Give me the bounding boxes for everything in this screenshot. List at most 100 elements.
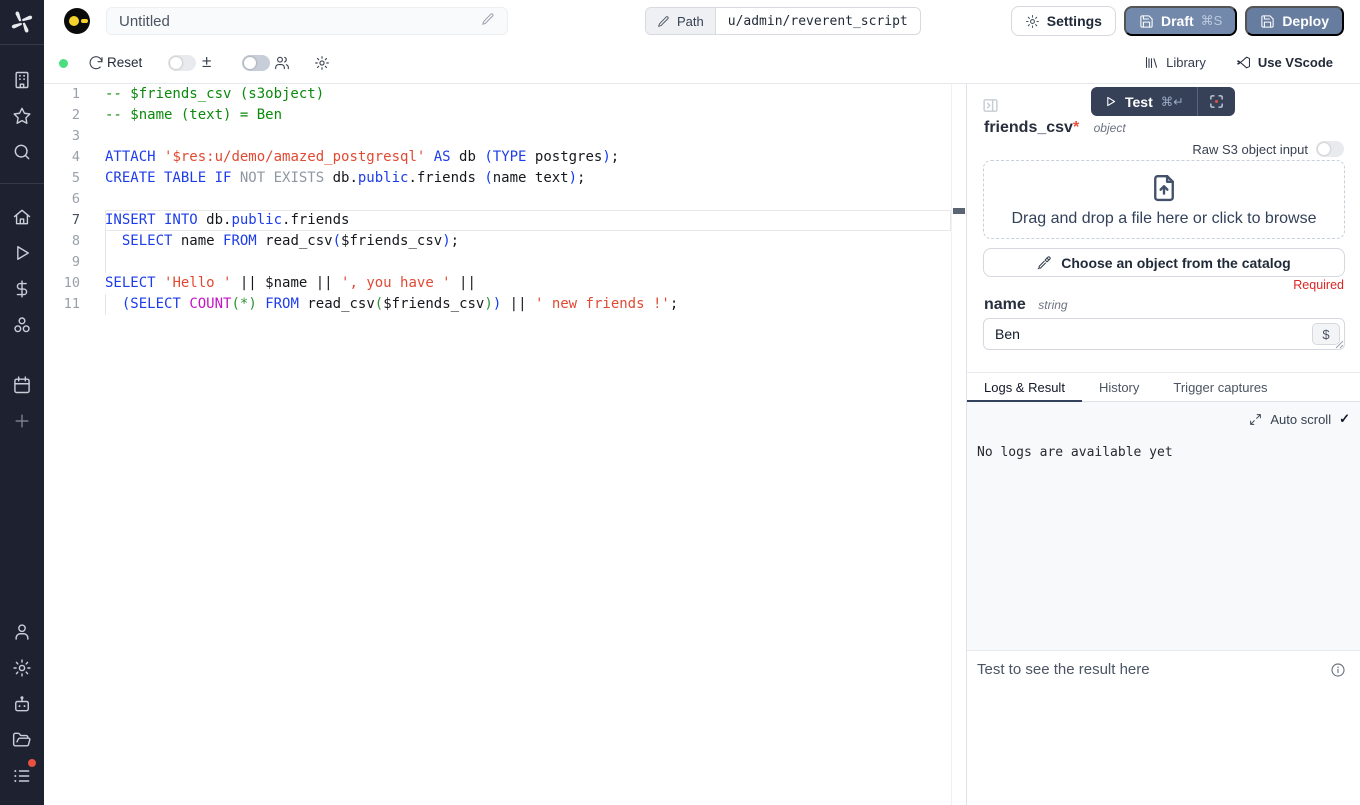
draft-shortcut: ⌘S [1201, 13, 1223, 29]
library-button[interactable]: Library [1144, 55, 1206, 70]
draft-button[interactable]: Draft ⌘S [1124, 6, 1237, 36]
search-icon[interactable] [12, 142, 32, 162]
arg-name: name [984, 296, 1026, 313]
code-line-7[interactable]: 7INSERT INTO db.public.friends [44, 210, 951, 231]
test-button[interactable]: Test ⌘↵ [1091, 87, 1197, 116]
code-line-10[interactable]: 10SELECT 'Hello ' || $name || ', you hav… [44, 273, 951, 294]
required-hint: Required [1293, 278, 1344, 292]
plus-minus-icon[interactable]: ± [202, 42, 211, 82]
runs-play-icon[interactable] [12, 243, 32, 263]
tab-logs-result[interactable]: Logs & Result [967, 373, 1082, 401]
diff-toggle[interactable] [168, 55, 196, 71]
code-line-5[interactable]: 5CREATE TABLE IF NOT EXISTS db.public.fr… [44, 168, 951, 189]
reset-label[interactable]: Reset [107, 42, 142, 83]
left-rail [0, 0, 44, 805]
arg-name-label: name string [984, 296, 1068, 314]
path-value: u/admin/reverent_script [716, 8, 920, 34]
use-vscode-button[interactable]: Use VScode [1236, 55, 1333, 70]
collapse-panel-icon[interactable] [982, 97, 999, 113]
name-text-input[interactable] [983, 318, 1345, 350]
line-number: 4 [44, 147, 80, 168]
tab-trigger-captures[interactable]: Trigger captures [1156, 373, 1284, 401]
path-label: Path [677, 14, 704, 29]
no-logs-message: No logs are available yet [977, 445, 1173, 460]
line-number: 10 [44, 273, 80, 294]
app-window: Untitled Path u/admin/reverent_script Se… [0, 0, 1360, 805]
rail-divider [0, 183, 44, 184]
line-number: 7 [44, 210, 80, 231]
test-shortcut: ⌘↵ [1161, 94, 1184, 109]
duckdb-language-icon [64, 8, 90, 34]
user-icon[interactable] [12, 622, 32, 642]
code-line-9[interactable]: 9 [44, 252, 951, 273]
deploy-button-label: Deploy [1282, 13, 1329, 29]
script-title-input[interactable]: Untitled [106, 7, 508, 35]
line-number: 5 [44, 168, 80, 189]
auto-scroll-label[interactable]: Auto scroll [1270, 412, 1331, 427]
line-number: 1 [44, 84, 80, 105]
choose-object-button[interactable]: Choose an object from the catalog [983, 248, 1345, 277]
resources-cluster-icon[interactable] [12, 315, 32, 335]
workspace-building-icon[interactable] [12, 70, 32, 90]
code-line-3[interactable]: 3 [44, 126, 951, 147]
editor-overview-ruler[interactable] [951, 84, 966, 805]
notification-dot [26, 757, 38, 769]
code-line-4[interactable]: 4ATTACH '$res:u/demo/amazed_postgresql' … [44, 147, 951, 168]
result-area: Test to see the result here [967, 655, 1360, 805]
rail-divider [0, 44, 44, 45]
code-line-8[interactable]: 8 SELECT name FROM read_csv($friends_csv… [44, 231, 951, 252]
use-vscode-label: Use VScode [1258, 55, 1333, 70]
watch-mode-button[interactable] [1198, 87, 1235, 116]
add-plus-icon[interactable] [12, 411, 32, 431]
variables-dollar-icon[interactable] [12, 279, 32, 299]
editor-toolbar: Reset ± Library Use VScode [44, 42, 1360, 84]
settings-gear-icon[interactable] [12, 658, 32, 678]
multiplayer-toggle[interactable] [242, 55, 270, 71]
deploy-button[interactable]: Deploy [1245, 6, 1344, 36]
reset-refresh-icon[interactable] [88, 55, 104, 71]
line-number: 11 [44, 294, 80, 315]
edit-pencil-icon[interactable] [481, 12, 495, 31]
auto-scroll-checkmark[interactable]: ✓ [1339, 411, 1350, 427]
ai-bot-icon[interactable] [12, 694, 32, 714]
file-dropzone[interactable]: Drag and drop a file here or click to br… [983, 160, 1345, 239]
arg-name: friends_csv [984, 119, 1073, 136]
choose-object-label: Choose an object from the catalog [1061, 255, 1290, 271]
logs-area: Auto scroll ✓ No logs are available yet [967, 402, 1360, 651]
code-line-11[interactable]: 11 (SELECT COUNT(*) FROM read_csv($frien… [44, 294, 951, 315]
result-placeholder: Test to see the result here [977, 661, 1150, 678]
editor-settings-gear-icon[interactable] [314, 55, 330, 71]
top-bar: Untitled Path u/admin/reverent_script Se… [44, 0, 1360, 42]
info-icon[interactable] [1330, 662, 1346, 678]
line-number: 8 [44, 231, 80, 252]
required-star: * [1073, 119, 1079, 136]
tab-history[interactable]: History [1082, 373, 1156, 401]
line-number: 3 [44, 126, 80, 147]
path-edit-segment[interactable]: Path [646, 8, 716, 34]
folders-icon[interactable] [12, 730, 32, 750]
changelog-list-icon[interactable] [12, 766, 32, 786]
library-label: Library [1166, 55, 1206, 70]
line-number: 9 [44, 252, 80, 273]
code-line-1[interactable]: 1-- $friends_csv (s3object) [44, 84, 951, 105]
code-line-6[interactable]: 6 [44, 189, 951, 210]
arg-type: string [1038, 298, 1067, 312]
home-icon[interactable] [12, 207, 32, 227]
resize-handle-icon[interactable] [1335, 340, 1344, 349]
code-line-2[interactable]: 2-- $name (text) = Ben [44, 105, 951, 126]
settings-button[interactable]: Settings [1011, 6, 1116, 36]
status-dot [59, 59, 68, 68]
draft-button-label: Draft [1161, 13, 1194, 29]
schedules-calendar-icon[interactable] [12, 375, 32, 395]
path-control[interactable]: Path u/admin/reverent_script [645, 7, 921, 35]
code-editor[interactable]: 1-- $friends_csv (s3object)2-- $name (te… [44, 84, 966, 805]
users-icon [274, 55, 290, 71]
dropzone-text: Drag and drop a file here or click to br… [1011, 210, 1316, 228]
favorites-star-icon[interactable] [12, 106, 32, 126]
windmill-logo-icon[interactable] [10, 10, 34, 34]
arg-type: object [1094, 121, 1126, 135]
raw-s3-toggle[interactable] [1316, 141, 1344, 157]
expand-icon[interactable] [1249, 413, 1262, 426]
cursor-position-marker [953, 208, 965, 214]
settings-button-label: Settings [1047, 13, 1102, 29]
